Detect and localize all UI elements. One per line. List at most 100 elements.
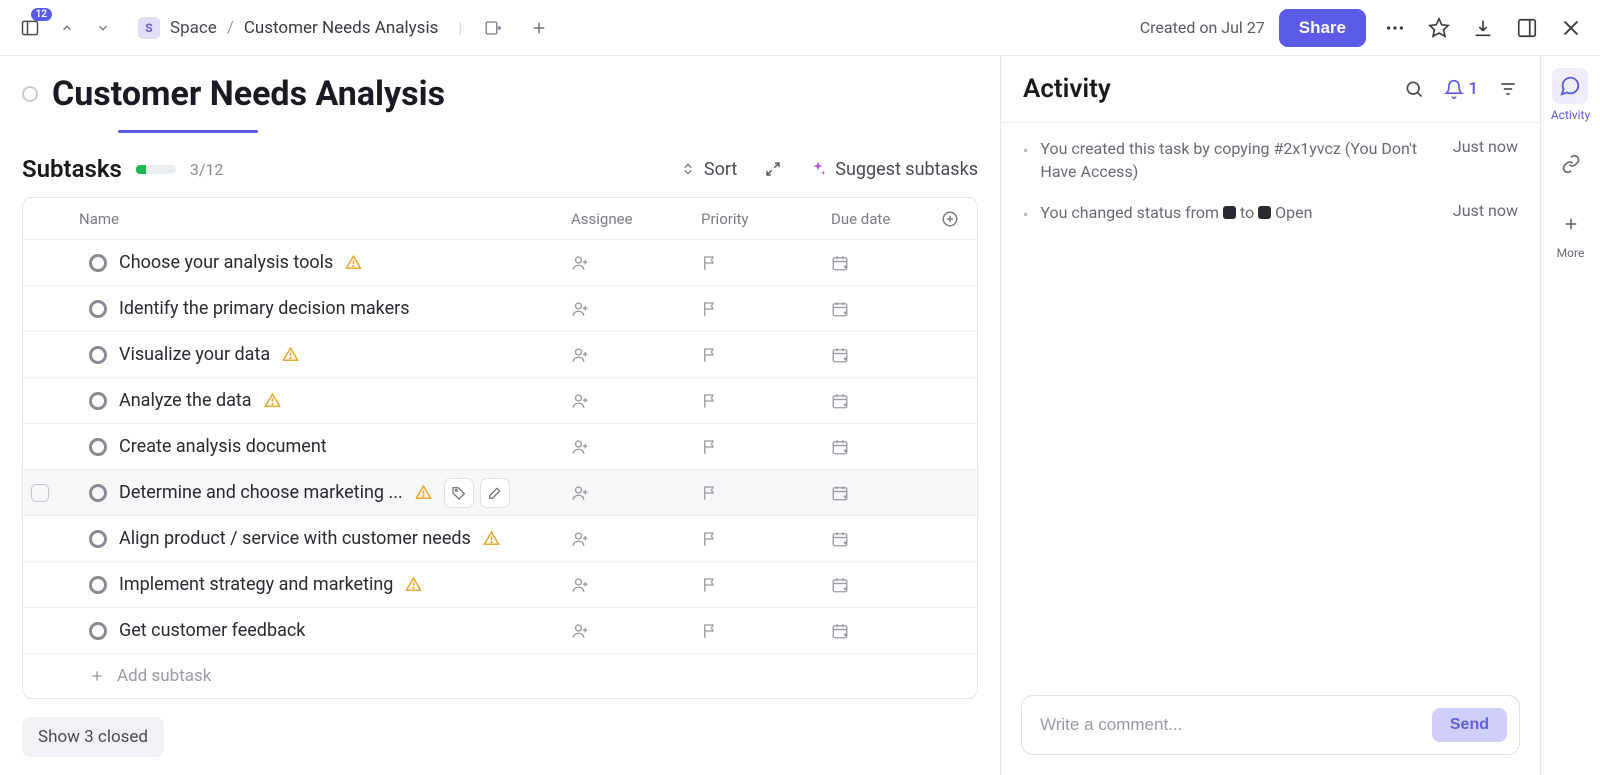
activity-time: Just now	[1453, 137, 1518, 183]
assignee-add-icon[interactable]	[571, 346, 589, 364]
comment-box: Send	[1021, 695, 1520, 755]
breadcrumb-current: Customer Needs Analysis	[244, 18, 439, 38]
activity-search-icon[interactable]	[1404, 79, 1424, 99]
priority-flag-icon[interactable]	[701, 484, 719, 502]
send-button[interactable]: Send	[1432, 708, 1507, 742]
assignee-add-icon[interactable]	[571, 576, 589, 594]
row-status-dot[interactable]	[89, 530, 107, 548]
row-name: Get customer feedback	[119, 620, 305, 641]
subtasks-heading: Subtasks	[22, 155, 122, 183]
priority-flag-icon[interactable]	[701, 346, 719, 364]
expand-button[interactable]	[765, 161, 781, 177]
row-status-dot[interactable]	[89, 392, 107, 410]
close-icon[interactable]	[1556, 13, 1586, 43]
warning-icon	[264, 392, 281, 409]
assignee-add-icon[interactable]	[571, 438, 589, 456]
add-column-button[interactable]	[941, 210, 977, 228]
table-row[interactable]: Determine and choose marketing ...	[23, 470, 977, 516]
show-closed-button[interactable]: Show 3 closed	[22, 717, 164, 757]
warning-icon	[483, 530, 500, 547]
priority-flag-icon[interactable]	[701, 300, 719, 318]
col-name[interactable]: Name	[79, 210, 571, 228]
due-date-icon[interactable]	[831, 622, 849, 640]
warning-icon	[345, 254, 362, 271]
assignee-add-icon[interactable]	[571, 530, 589, 548]
rail-more[interactable]: More	[1553, 206, 1589, 260]
table-row[interactable]: Get customer feedback	[23, 608, 977, 654]
due-date-icon[interactable]	[831, 576, 849, 594]
assignee-add-icon[interactable]	[571, 484, 589, 502]
table-row[interactable]: Identify the primary decision makers	[23, 286, 977, 332]
row-status-dot[interactable]	[89, 254, 107, 272]
assignee-add-icon[interactable]	[571, 254, 589, 272]
rail-link[interactable]	[1553, 146, 1589, 182]
sidebar-toggle[interactable]: 12	[14, 12, 46, 44]
row-status-dot[interactable]	[89, 438, 107, 456]
progress-bar	[136, 165, 176, 174]
row-checkbox[interactable]	[31, 484, 49, 502]
priority-flag-icon[interactable]	[701, 392, 719, 410]
task-title: Customer Needs Analysis	[52, 74, 445, 114]
priority-flag-icon[interactable]	[701, 622, 719, 640]
priority-flag-icon[interactable]	[701, 576, 719, 594]
activity-filter-icon[interactable]	[1498, 79, 1518, 99]
priority-flag-icon[interactable]	[701, 438, 719, 456]
star-icon[interactable]	[1424, 13, 1454, 43]
due-date-icon[interactable]	[831, 484, 849, 502]
share-button[interactable]: Share	[1279, 9, 1366, 47]
table-row[interactable]: Align product / service with customer ne…	[23, 516, 977, 562]
row-status-dot[interactable]	[89, 346, 107, 364]
row-status-dot[interactable]	[89, 484, 107, 502]
comment-input[interactable]	[1040, 715, 1432, 735]
row-name: Create analysis document	[119, 436, 327, 457]
col-due[interactable]: Due date	[831, 210, 941, 228]
move-task-icon[interactable]	[478, 13, 508, 43]
table-row[interactable]: Visualize your data	[23, 332, 977, 378]
add-icon[interactable]	[524, 13, 554, 43]
tag-button[interactable]	[444, 478, 474, 508]
due-date-icon[interactable]	[831, 300, 849, 318]
due-date-icon[interactable]	[831, 392, 849, 410]
row-name: Choose your analysis tools	[119, 252, 333, 273]
rail-activity[interactable]: Activity	[1551, 68, 1590, 122]
row-status-dot[interactable]	[89, 576, 107, 594]
table-row[interactable]: Choose your analysis tools	[23, 240, 977, 286]
due-date-icon[interactable]	[831, 530, 849, 548]
breadcrumb-space[interactable]: Space	[170, 18, 217, 38]
active-tab-underline	[118, 130, 258, 133]
table-row[interactable]: Create analysis document	[23, 424, 977, 470]
col-assignee[interactable]: Assignee	[571, 210, 701, 228]
activity-notifications[interactable]: 1	[1444, 79, 1478, 99]
col-priority[interactable]: Priority	[701, 210, 831, 228]
nav-up[interactable]	[52, 15, 82, 41]
table-row[interactable]: Implement strategy and marketing	[23, 562, 977, 608]
more-menu-icon[interactable]	[1380, 13, 1410, 43]
row-status-dot[interactable]	[89, 300, 107, 318]
edit-button[interactable]	[480, 478, 510, 508]
priority-flag-icon[interactable]	[701, 254, 719, 272]
collapse-icon[interactable]	[1512, 13, 1542, 43]
due-date-icon[interactable]	[831, 254, 849, 272]
row-name: Analyze the data	[119, 390, 252, 411]
nav-down[interactable]	[88, 15, 118, 41]
due-date-icon[interactable]	[831, 346, 849, 364]
activity-time: Just now	[1453, 201, 1518, 224]
activity-title: Activity	[1023, 74, 1111, 104]
warning-icon	[415, 484, 432, 501]
add-subtask-button[interactable]: Add subtask	[23, 654, 977, 698]
space-icon: S	[138, 17, 160, 39]
task-status-dot[interactable]	[22, 86, 38, 102]
suggest-subtasks-button[interactable]: Suggest subtasks	[809, 159, 978, 180]
download-icon[interactable]	[1468, 13, 1498, 43]
activity-item: •You created this task by copying #2x1yv…	[1023, 137, 1518, 183]
row-name: Determine and choose marketing ...	[119, 482, 403, 503]
table-row[interactable]: Analyze the data	[23, 378, 977, 424]
assignee-add-icon[interactable]	[571, 300, 589, 318]
assignee-add-icon[interactable]	[571, 392, 589, 410]
warning-icon	[282, 346, 299, 363]
priority-flag-icon[interactable]	[701, 530, 719, 548]
row-status-dot[interactable]	[89, 622, 107, 640]
due-date-icon[interactable]	[831, 438, 849, 456]
sort-button[interactable]: Sort	[680, 159, 737, 180]
assignee-add-icon[interactable]	[571, 622, 589, 640]
